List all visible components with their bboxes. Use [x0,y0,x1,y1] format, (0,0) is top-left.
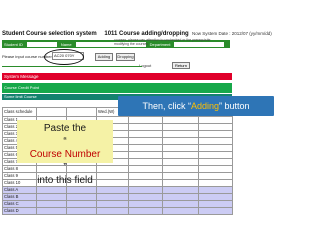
adding-callout-suffix: ” button [219,101,250,111]
schedule-cell[interactable] [162,130,199,138]
schedule-cell[interactable] [128,207,163,215]
schedule-cell[interactable] [162,165,199,173]
schedule-cell[interactable] [66,193,97,201]
paste-callout-close-quote: ” [63,162,67,173]
schedule-cell[interactable] [128,137,163,145]
paste-callout-line1: Paste the [43,123,87,134]
schedule-cell[interactable] [162,193,199,201]
table-header-cell [66,107,97,117]
table-header-cell [36,107,67,117]
schedule-cell[interactable] [198,137,233,145]
schedule-cell[interactable] [36,207,67,215]
schedule-cell[interactable] [96,200,129,208]
schedule-cell[interactable] [128,130,163,138]
schedule-cell[interactable] [128,151,163,159]
paste-callout-line2: “ Course Number ” [17,135,113,174]
divider [2,66,142,67]
schedule-cell[interactable] [162,123,199,131]
table-row: Class B [2,193,233,201]
schedule-cell[interactable] [128,123,163,131]
table-row: Class C [2,200,233,208]
schedule-cell[interactable] [128,165,163,173]
schedule-cell[interactable] [36,193,67,201]
schedule-cell[interactable] [36,186,67,194]
schedule-cell[interactable] [198,200,233,208]
system-time: Now System Date : 2012/07 (yy/mm/dd) [192,31,272,36]
schedule-cell[interactable] [162,144,199,152]
schedule-cell[interactable] [36,200,67,208]
course-note-line2: modifying the courses [114,42,149,46]
course-input-highlight-circle [44,49,84,65]
schedule-cell[interactable] [198,186,233,194]
schedule-cell[interactable] [162,158,199,166]
schedule-cell[interactable] [198,123,233,131]
schedule-cell[interactable] [128,158,163,166]
schedule-cell[interactable] [198,179,233,187]
table-row: Class D [2,207,233,215]
schedule-cell[interactable] [198,172,233,180]
adding-callout-word: Adding [190,101,219,111]
schedule-cell[interactable] [162,116,199,124]
course-note: courses, please pay attention to uncheck… [114,38,211,46]
schedule-cell[interactable] [96,193,129,201]
schedule-cell[interactable] [128,193,163,201]
paste-instruction-callout: Paste the “ Course Number ” into this fiel… [17,120,113,186]
student-id-label: Student ID [4,41,23,47]
schedule-cell[interactable] [162,137,199,145]
class-label-cell: Class C [2,200,37,208]
adding-callout-prefix: Then, click “ [142,101,191,111]
dropping-button[interactable]: Dropping [116,53,135,61]
schedule-cell[interactable] [198,151,233,159]
adding-button[interactable]: Adding [95,53,113,61]
schedule-cell[interactable] [162,179,199,187]
schedule-cell[interactable] [198,158,233,166]
student-id-field [26,41,57,47]
table-row: Class A [2,186,233,194]
header: Student Course selection system 1011 Cou… [2,30,318,38]
schedule-cell[interactable] [198,116,233,124]
schedule-cell[interactable] [128,144,163,152]
schedule-cell[interactable] [198,165,233,173]
schedule-cell[interactable] [162,151,199,159]
course-selection-screenshot: Student Course selection system 1011 Cou… [0,28,320,215]
schedule-cell[interactable] [198,193,233,201]
schedule-cell[interactable] [66,200,97,208]
paste-callout-line3: into this field [37,175,93,186]
schedule-cell[interactable] [198,144,233,152]
schedule-cell[interactable] [128,200,163,208]
system-message-bar: System Message [2,73,232,80]
schedule-cell[interactable] [128,116,163,124]
schedule-cell[interactable] [162,200,199,208]
schedule-cell[interactable] [128,186,163,194]
schedule-cell[interactable] [198,130,233,138]
schedule-cell[interactable] [128,172,163,180]
class-label-cell: Class B [2,193,37,201]
course-input-row: Please input course number AC20 070Y Add… [2,51,242,61]
return-button[interactable]: Return [172,62,190,69]
class-label-cell: Class A [2,186,37,194]
schedule-cell[interactable] [162,172,199,180]
page-title: 1011 Course adding/dropping [104,31,189,37]
course-credit-bar: Course Credit Point [2,83,232,93]
schedule-cell[interactable] [198,207,233,215]
schedule-cell[interactable] [162,186,199,194]
schedule-cell[interactable] [96,207,129,215]
schedule-cell[interactable] [162,207,199,215]
schedule-cell[interactable] [128,179,163,187]
adding-instruction-callout: Then, click “Adding” button [118,96,274,116]
schedule-cell[interactable] [96,186,129,194]
schedule-cell[interactable] [66,186,97,194]
paste-callout-open-quote: “ [63,136,67,147]
paste-callout-word: Course Number [29,149,101,160]
class-label-cell: Class D [2,207,37,215]
schedule-cell[interactable] [66,207,97,215]
name-label: Name [60,41,72,47]
system-title: Student Course selection system [2,31,97,37]
table-header-cell: Class schedule [2,107,37,117]
